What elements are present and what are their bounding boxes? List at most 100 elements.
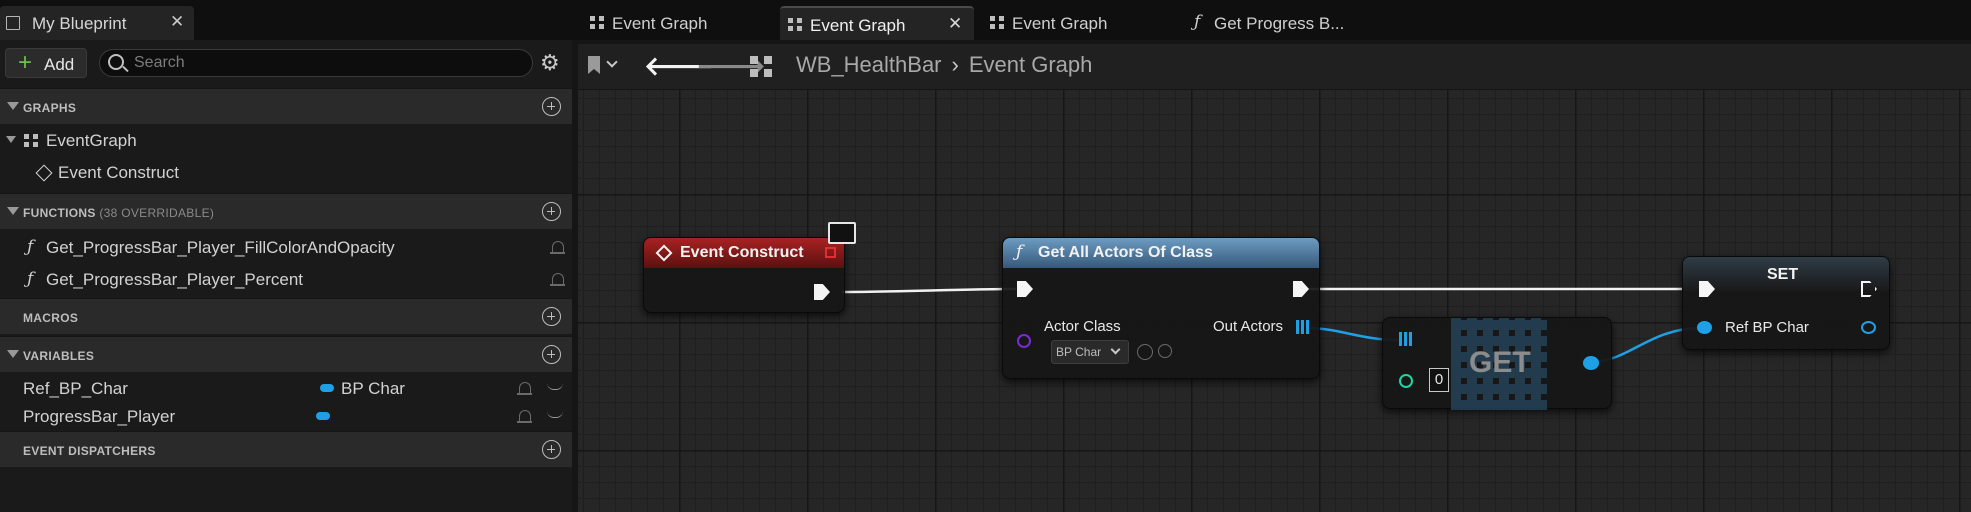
chevron-right-icon: › — [951, 52, 959, 77]
function-icon: ƒ — [27, 269, 34, 289]
closed-eye-icon[interactable] — [547, 411, 563, 418]
closed-eye-icon[interactable] — [547, 383, 563, 390]
gear-icon[interactable]: ⚙ — [540, 51, 560, 75]
function-icon: ƒ — [1194, 12, 1201, 32]
collapse-arrow-icon[interactable] — [7, 350, 19, 358]
tab-get-progress-bar[interactable]: ƒ Get Progress B... — [1184, 6, 1384, 40]
bookmark-icon — [588, 56, 600, 74]
close-icon[interactable]: ✕ — [948, 14, 962, 34]
graph-icon — [990, 16, 1006, 30]
tab-label: Get Progress B... — [1214, 14, 1345, 33]
graph-toolbar: 🡐 🡒 WB_HealthBar › Event Graph — [578, 44, 1971, 90]
bell-icon[interactable] — [550, 273, 565, 286]
tab-label: Event Graph — [1012, 14, 1108, 33]
add-macro-icon[interactable] — [542, 307, 561, 326]
section-functions-title: FUNCTIONS (38 OVERRIDABLE) — [23, 206, 215, 220]
section-event-dispatchers[interactable]: EVENT DISPATCHERS — [0, 431, 572, 467]
expand-arrow-icon[interactable] — [6, 136, 16, 143]
graph-icon — [590, 16, 606, 30]
variable-name: ProgressBar_Player — [23, 407, 176, 426]
add-button[interactable]: + Add — [5, 48, 87, 78]
add-dispatcher-icon[interactable] — [542, 440, 561, 459]
tab-event-graph-3[interactable]: Event Graph — [982, 6, 1172, 40]
add-button-label: Add — [44, 55, 75, 74]
section-graphs[interactable]: GRAPHS — [0, 88, 572, 124]
function-item[interactable]: ƒ Get_ProgressBar_Player_Percent — [0, 265, 572, 295]
search-box[interactable] — [99, 49, 533, 77]
section-functions[interactable]: FUNCTIONS (38 OVERRIDABLE) — [0, 193, 572, 229]
my-blueprint-panel: My Blueprint ✕ + Add ⚙ GRAPHS — [0, 0, 572, 512]
chevron-down-icon — [1110, 344, 1121, 355]
search-input[interactable] — [134, 53, 514, 73]
graph-icon — [24, 134, 40, 148]
bell-icon[interactable] — [517, 410, 532, 423]
graph-item-event-construct[interactable]: Event Construct — [0, 158, 572, 188]
bell-icon[interactable] — [517, 382, 532, 395]
set-variable-node[interactable]: SET Ref BP Char — [1682, 256, 1890, 350]
panel-tab-bar: My Blueprint ✕ — [0, 0, 572, 40]
section-macros[interactable]: MACROS — [0, 298, 572, 334]
collapse-arrow-icon[interactable] — [7, 207, 19, 215]
section-variables-title: VARIABLES — [23, 349, 95, 363]
int-index-pin[interactable] — [1399, 374, 1413, 388]
variable-item[interactable]: Ref_BP_Char BP Char — [0, 374, 572, 404]
graph-item-eventgraph[interactable]: EventGraph — [0, 126, 572, 156]
variable-name: Ref_BP_Char — [23, 379, 128, 398]
add-variable-icon[interactable] — [542, 345, 561, 364]
function-label: Get_ProgressBar_Player_FillColorAndOpaci… — [46, 238, 395, 257]
class-pin[interactable] — [1017, 334, 1031, 348]
actor-class-value: BP Char — [1056, 345, 1102, 359]
node-title: Get All Actors Of Class — [1038, 244, 1213, 261]
collapse-arrow-icon[interactable] — [7, 102, 19, 110]
object-out-pin[interactable] — [1583, 356, 1599, 370]
array-pin[interactable] — [1296, 320, 1310, 334]
array-in-pin[interactable] — [1399, 332, 1413, 346]
breadcrumb-current[interactable]: Event Graph — [969, 52, 1093, 77]
function-label: Get_ProgressBar_Player_Percent — [46, 270, 304, 289]
tab-event-graph-1[interactable]: Event Graph — [582, 6, 772, 40]
event-construct-label: Event Construct — [58, 163, 179, 182]
event-icon — [35, 164, 53, 182]
client-only-monitor-icon — [828, 222, 856, 244]
variable-item[interactable]: ProgressBar_Player — [0, 402, 572, 432]
exec-in-pin[interactable] — [1017, 281, 1033, 297]
use-selected-icon[interactable] — [1137, 344, 1153, 360]
add-graph-icon[interactable] — [542, 97, 561, 116]
browse-search-icon[interactable] — [1158, 344, 1172, 358]
object-out-pin[interactable] — [1861, 321, 1876, 334]
eventgraph-label: EventGraph — [46, 131, 137, 150]
breadcrumb: WB_HealthBar › Event Graph — [796, 52, 1092, 78]
actor-class-label: Actor Class — [1044, 318, 1121, 335]
tab-label: Event Graph — [612, 14, 708, 33]
function-item[interactable]: ƒ Get_ProgressBar_Player_FillColorAndOpa… — [0, 233, 572, 263]
object-in-pin[interactable] — [1697, 321, 1712, 334]
breadcrumb-root[interactable]: WB_HealthBar — [796, 52, 942, 77]
function-icon: ƒ — [27, 237, 34, 257]
actor-class-dropdown[interactable]: BP Char — [1051, 340, 1129, 364]
latent-indicator-icon — [825, 247, 836, 258]
bell-icon[interactable] — [550, 241, 565, 254]
get-array-node[interactable]: 0 GET — [1382, 317, 1612, 410]
variable-type: BP Char — [341, 379, 405, 398]
object-type-icon — [316, 412, 330, 420]
get-all-actors-of-class-node[interactable]: ƒ Get All Actors Of Class Actor Class BP… — [1002, 237, 1320, 379]
exec-out-pin[interactable] — [1293, 281, 1309, 297]
object-type-icon — [320, 384, 334, 392]
index-input[interactable]: 0 — [1429, 368, 1449, 392]
book-icon — [6, 16, 20, 30]
bookmark-dropdown[interactable] — [588, 56, 624, 78]
blueprint-editor: My Blueprint ✕ + Add ⚙ GRAPHS — [0, 0, 1971, 512]
event-construct-node[interactable]: Event Construct — [643, 237, 845, 313]
add-function-icon[interactable] — [542, 202, 561, 221]
search-icon — [108, 54, 124, 70]
graph-icon — [750, 56, 776, 78]
exec-out-pin[interactable] — [814, 284, 830, 300]
tab-event-graph-active[interactable]: Event Graph ✕ — [780, 6, 974, 40]
section-macros-title: MACROS — [23, 311, 79, 325]
section-variables[interactable]: VARIABLES — [0, 336, 572, 372]
node-title: Event Construct — [680, 244, 804, 261]
close-icon[interactable]: ✕ — [170, 12, 184, 32]
my-blueprint-tab[interactable]: My Blueprint ✕ — [0, 6, 194, 40]
document-tab-bar: Event Graph Event Graph ✕ Event Graph ƒ … — [572, 0, 1971, 40]
my-blueprint-tab-label: My Blueprint — [32, 14, 127, 33]
